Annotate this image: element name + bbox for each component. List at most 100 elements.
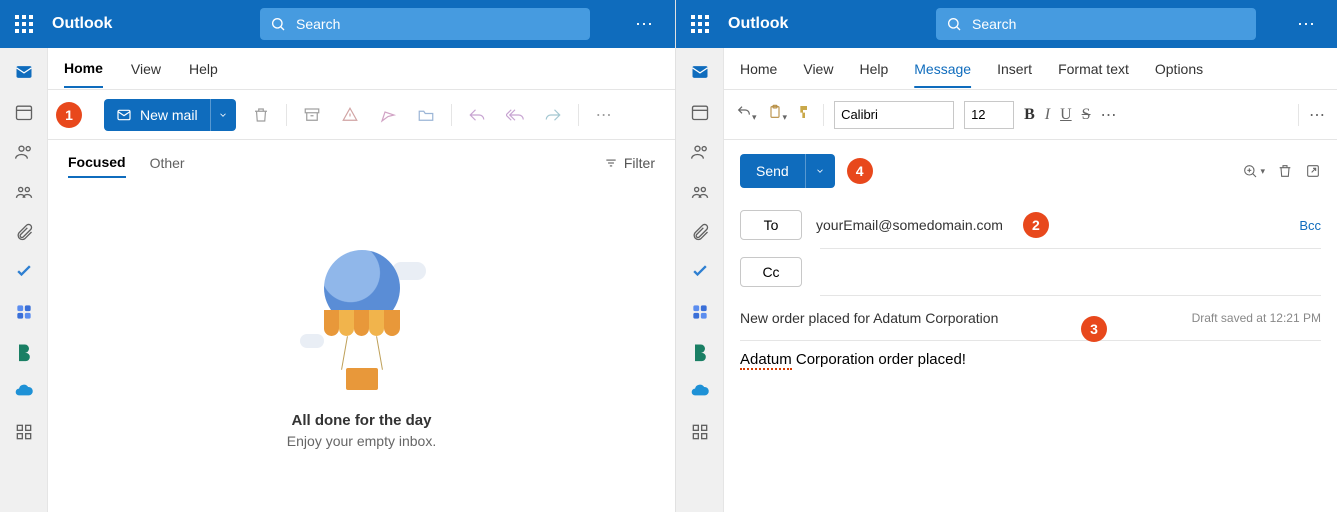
outlook-inbox-window: Outlook ⋯ Home View Help [0, 0, 675, 512]
menu-bar: Home View Help Message Insert Format tex… [724, 48, 1337, 90]
empty-title: All done for the day [291, 412, 431, 429]
header-more-icon[interactable]: ⋯ [1287, 14, 1325, 35]
reply-icon[interactable] [464, 102, 490, 128]
strikethrough-button[interactable]: S [1082, 106, 1091, 124]
archive-icon[interactable] [299, 102, 325, 128]
balloon-illustration [302, 250, 422, 400]
to-button[interactable]: To [740, 210, 802, 240]
empty-subtitle: Enjoy your empty inbox. [287, 433, 436, 449]
search-icon [946, 16, 962, 32]
rail-groups-icon[interactable] [684, 176, 716, 208]
rail-people-icon[interactable] [8, 136, 40, 168]
tab-home[interactable]: Home [64, 50, 103, 88]
underline-button[interactable]: U [1060, 106, 1072, 124]
filter-icon [604, 156, 618, 170]
callout-1: 1 [56, 102, 82, 128]
rail-app-b-icon[interactable] [8, 336, 40, 368]
format-toolbar: ▾ ▾ B I U S ⋯ ⋯ [724, 90, 1337, 140]
tab-help[interactable]: Help [859, 51, 888, 87]
rail-files-icon[interactable] [8, 216, 40, 248]
left-rail [0, 48, 48, 512]
tab-format-text[interactable]: Format text [1058, 51, 1129, 87]
message-body[interactable]: Adatum Corporation order placed! [724, 341, 1337, 378]
rail-apps-grid-icon[interactable] [684, 416, 716, 448]
font-size-select[interactable] [964, 101, 1014, 129]
tab-focused[interactable]: Focused [68, 148, 126, 178]
rail-apps-grid-icon[interactable] [8, 416, 40, 448]
brand-label: Outlook [52, 15, 112, 33]
rail-mail-icon[interactable] [8, 56, 40, 88]
callout-3: 3 [1081, 316, 1107, 342]
reply-all-icon[interactable] [502, 102, 528, 128]
rail-todo-icon[interactable] [684, 256, 716, 288]
new-mail-label: New mail [140, 107, 198, 123]
title-bar: Outlook ⋯ [0, 0, 675, 48]
rail-mail-icon[interactable] [684, 56, 716, 88]
move-icon[interactable] [413, 102, 439, 128]
callout-4: 4 [847, 158, 873, 184]
zoom-icon[interactable]: ▾ [1242, 163, 1265, 179]
subject-input[interactable]: New order placed for Adatum Corporation [740, 310, 998, 326]
search-box[interactable] [260, 8, 590, 40]
tab-home[interactable]: Home [740, 51, 777, 87]
empty-inbox-state: All done for the day Enjoy your empty in… [48, 186, 675, 512]
rail-more-app-icon[interactable] [8, 296, 40, 328]
report-icon[interactable] [337, 102, 363, 128]
sweep-icon[interactable] [375, 102, 401, 128]
tab-other[interactable]: Other [150, 149, 185, 177]
rail-calendar-icon[interactable] [684, 96, 716, 128]
mail-icon [116, 107, 132, 123]
rail-groups-icon[interactable] [8, 176, 40, 208]
draft-status: Draft saved at 12:21 PM [1192, 311, 1321, 325]
tab-help[interactable]: Help [189, 51, 218, 87]
header-more-icon[interactable]: ⋯ [625, 14, 663, 35]
rail-more-app-icon[interactable] [684, 296, 716, 328]
undo-icon[interactable]: ▾ [736, 104, 757, 125]
rail-onedrive-icon[interactable] [684, 376, 716, 408]
chevron-down-icon [815, 166, 825, 176]
rail-people-icon[interactable] [684, 136, 716, 168]
bcc-button[interactable]: Bcc [1299, 218, 1321, 233]
rail-files-icon[interactable] [684, 216, 716, 248]
popout-icon[interactable] [1305, 163, 1321, 179]
send-dropdown[interactable] [805, 154, 835, 188]
send-button[interactable]: Send [740, 154, 835, 188]
new-mail-button[interactable]: New mail [104, 99, 236, 131]
app-launcher-icon[interactable] [8, 8, 40, 40]
rail-calendar-icon[interactable] [8, 96, 40, 128]
menu-bar: Home View Help [48, 48, 675, 90]
italic-button[interactable]: I [1045, 106, 1050, 124]
to-value[interactable]: yourEmail@somedomain.com [816, 217, 1003, 233]
app-launcher-icon[interactable] [684, 8, 716, 40]
rail-onedrive-icon[interactable] [8, 376, 40, 408]
tab-view[interactable]: View [131, 51, 161, 87]
bold-button[interactable]: B [1024, 106, 1035, 124]
format-more-icon[interactable]: ⋯ [1101, 105, 1117, 125]
outlook-compose-window: Outlook ⋯ Home View Help Message [675, 0, 1337, 512]
tab-view[interactable]: View [803, 51, 833, 87]
toolbar-more-icon[interactable]: ⋯ [591, 102, 617, 128]
search-icon [270, 16, 286, 32]
forward-icon[interactable] [540, 102, 566, 128]
callout-2: 2 [1023, 212, 1049, 238]
search-input[interactable] [970, 15, 1246, 33]
filter-button[interactable]: Filter [604, 155, 655, 171]
tab-options[interactable]: Options [1155, 51, 1203, 87]
compose-pane: Send 4 ▾ To yourEmail@somedomain.com 2 B… [724, 140, 1337, 512]
delete-icon[interactable] [248, 102, 274, 128]
rail-app-b-icon[interactable] [684, 336, 716, 368]
format-painter-icon[interactable] [797, 104, 813, 125]
title-bar: Outlook ⋯ [676, 0, 1337, 48]
discard-icon[interactable] [1277, 163, 1293, 179]
cc-button[interactable]: Cc [740, 257, 802, 287]
new-mail-dropdown[interactable] [210, 99, 236, 131]
chevron-down-icon [218, 110, 228, 120]
overflow-more-icon[interactable]: ⋯ [1309, 105, 1325, 125]
paste-icon[interactable]: ▾ [767, 104, 788, 125]
search-box[interactable] [936, 8, 1256, 40]
tab-insert[interactable]: Insert [997, 51, 1032, 87]
font-family-select[interactable] [834, 101, 954, 129]
rail-todo-icon[interactable] [8, 256, 40, 288]
tab-message[interactable]: Message [914, 51, 971, 87]
search-input[interactable] [294, 15, 580, 33]
